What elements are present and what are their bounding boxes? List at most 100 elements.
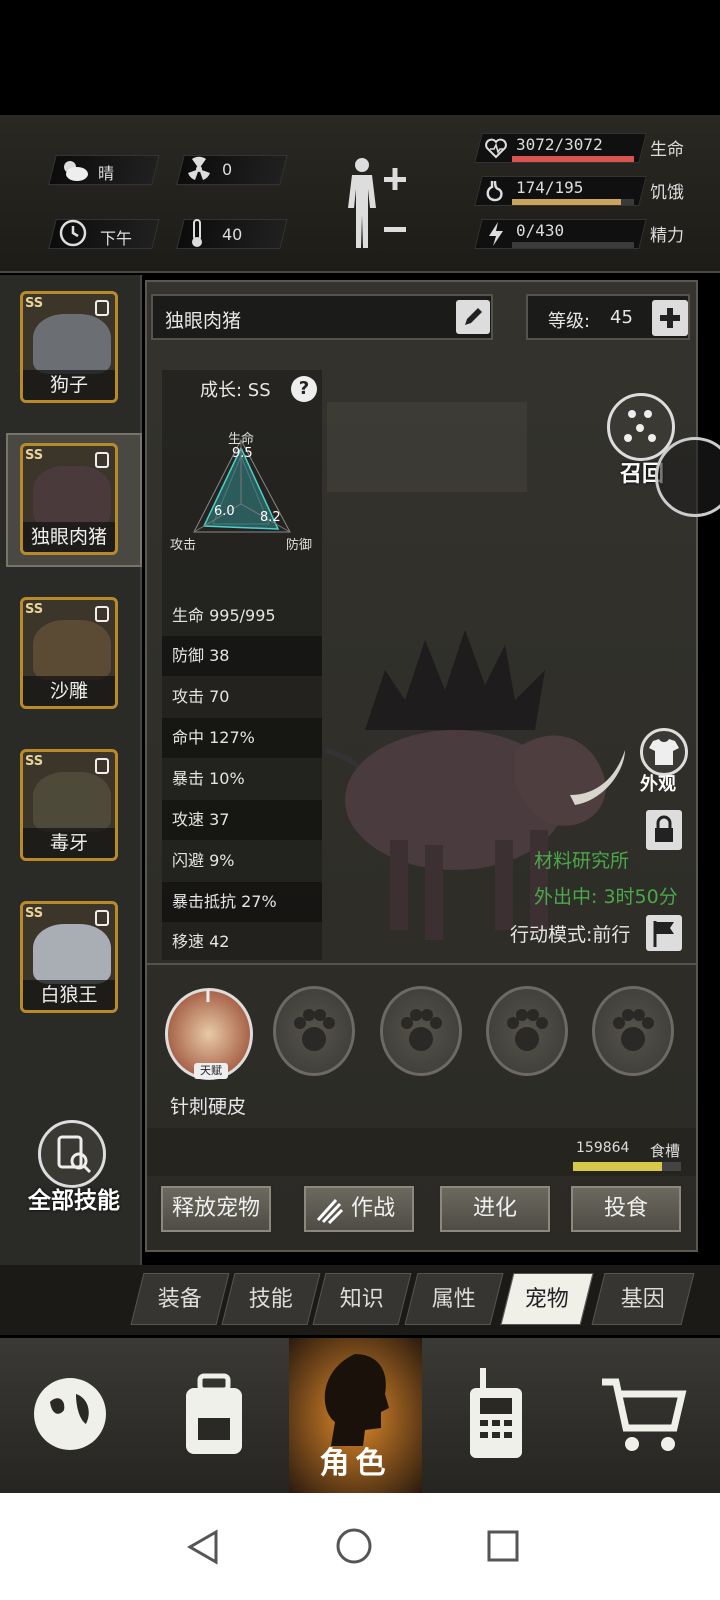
bottom-nav: 角色 <box>0 1338 720 1493</box>
skill-slot-2[interactable] <box>380 986 462 1076</box>
system-nav-bar <box>0 1493 720 1600</box>
pet-card-2[interactable]: SS 沙雕 <box>20 597 118 709</box>
body-figure-icon[interactable] <box>340 153 412 253</box>
temperature-value: 40 <box>222 225 243 244</box>
action-mode-button[interactable] <box>646 915 682 951</box>
health-value: 3072/3072 <box>516 135 603 154</box>
stat-crit-resist: 暴击抵抗 27% <box>162 882 322 922</box>
radar-left-value: 6.0 <box>214 504 235 519</box>
nav-shop[interactable] <box>570 1338 720 1493</box>
away-status-text: 外出中: 3时50分 <box>534 886 678 908</box>
pet-card-3[interactable]: SS 毒牙 <box>20 749 118 861</box>
background-desk <box>327 402 527 492</box>
hunger-fill <box>512 199 621 205</box>
nav-radio[interactable] <box>424 1338 564 1493</box>
all-skills-button[interactable] <box>38 1120 106 1188</box>
paw-icon <box>294 1009 335 1051</box>
lock-icon <box>95 452 109 468</box>
pet-name: 白狼王 <box>23 980 115 1010</box>
pet-name-field[interactable]: 独眼肉猪 <box>151 294 493 340</box>
energy-icon <box>486 221 506 247</box>
pet-portrait <box>33 620 111 680</box>
talent-badge: 天赋 <box>194 1063 228 1079</box>
action-mode-text: 行动模式:前行 <box>510 924 631 946</box>
clock-icon <box>58 218 88 248</box>
home-icon[interactable] <box>335 1527 373 1565</box>
energy-label: 精力 <box>650 226 684 246</box>
food-label: 食槽 <box>650 1142 681 1160</box>
pet-name: 毒牙 <box>23 828 115 858</box>
lock-icon <box>95 910 109 926</box>
food-value: 159864 <box>576 1140 630 1156</box>
recent-apps-icon[interactable] <box>486 1529 520 1563</box>
appearance-button[interactable] <box>640 728 688 776</box>
talent-slot[interactable]: I 天赋 <box>165 987 253 1080</box>
tab-knowledge[interactable]: 知识 <box>312 1273 412 1325</box>
lock-icon <box>95 606 109 622</box>
skill-slot-1[interactable] <box>273 986 355 1076</box>
pet-card-1[interactable]: SS 独眼肉猪 <box>20 443 118 555</box>
pet-portrait <box>33 772 111 832</box>
stat-crit: 暴击 10% <box>172 769 245 788</box>
radar-top-label: 生命 <box>228 432 255 447</box>
pet-portrait <box>33 466 111 526</box>
stat-accuracy: 命中 127% <box>162 718 322 758</box>
globe-icon <box>34 1378 106 1450</box>
pet-name: 狗子 <box>23 370 115 400</box>
tab-attributes[interactable]: 属性 <box>404 1273 504 1325</box>
help-icon[interactable]: ? <box>291 376 317 402</box>
rank-badge: SS <box>25 602 44 617</box>
section-divider <box>147 963 696 965</box>
pet-card-0[interactable]: SS 狗子 <box>20 291 118 403</box>
health-track <box>512 156 634 162</box>
stat-hp: 生命 995/995 <box>172 606 276 625</box>
status-header: 晴 0 下午 40 3072/3072 生命 174/195 饥饿 0/430 … <box>0 115 720 273</box>
pet-list: SS 狗子 SS 独眼肉猪 SS 沙雕 SS 毒牙 SS 白狼王 全部技能 <box>0 275 142 1267</box>
heart-icon <box>484 137 508 159</box>
time-label: 下午 <box>100 229 133 248</box>
tab-equipment[interactable]: 装备 <box>130 1273 230 1325</box>
thermometer-icon <box>190 218 204 248</box>
tab-pets[interactable]: 宠物 <box>500 1273 594 1325</box>
nav-character[interactable]: 角色 <box>289 1338 422 1493</box>
pet-name: 沙雕 <box>23 676 115 706</box>
appearance-label[interactable]: 外观 <box>640 770 676 796</box>
stat-dodge: 闪避 9% <box>172 851 235 870</box>
pet-name-text: 独眼肉猪 <box>165 310 242 332</box>
edit-name-button[interactable] <box>456 300 490 334</box>
back-icon[interactable] <box>186 1529 220 1565</box>
release-pet-button[interactable]: 释放宠物 <box>158 1183 274 1235</box>
health-fill <box>512 156 634 162</box>
tab-skills[interactable]: 技能 <box>221 1273 321 1325</box>
health-label: 生命 <box>650 140 684 160</box>
tab-genes[interactable]: 基因 <box>591 1273 695 1325</box>
evolve-button[interactable]: 进化 <box>437 1183 553 1235</box>
all-skills-label[interactable]: 全部技能 <box>22 1181 126 1215</box>
skill-slot-3[interactable] <box>486 986 568 1076</box>
pet-portrait <box>33 314 111 374</box>
skill-slot-4[interactable] <box>592 986 674 1076</box>
nav-map[interactable] <box>0 1338 140 1493</box>
plus-icon <box>660 308 680 328</box>
radar-top-value: 9.5 <box>232 446 253 461</box>
rank-badge: SS <box>25 448 44 463</box>
pet-card-4[interactable]: SS 白狼王 <box>20 901 118 1013</box>
paw-icon <box>613 1009 654 1051</box>
level-value: 45 <box>610 307 633 328</box>
feed-button[interactable]: 投食 <box>568 1183 684 1235</box>
backpack-icon <box>186 1373 242 1454</box>
food-track <box>573 1162 681 1171</box>
level-up-button[interactable] <box>652 300 688 336</box>
hunger-label: 饥饿 <box>650 183 684 203</box>
shirt-icon <box>649 739 679 765</box>
hunger-value: 174/195 <box>516 178 584 197</box>
rank-badge: SS <box>25 296 44 311</box>
talent-name: 针刺硬皮 <box>170 1096 247 1118</box>
skill-book-icon <box>57 1135 92 1174</box>
claw-icon <box>314 1194 344 1225</box>
cloud-sun-icon <box>60 157 90 183</box>
stomach-icon <box>484 179 506 203</box>
lock-button[interactable] <box>646 810 682 850</box>
rank-badge: SS <box>25 754 44 769</box>
nav-backpack[interactable] <box>142 1338 282 1493</box>
